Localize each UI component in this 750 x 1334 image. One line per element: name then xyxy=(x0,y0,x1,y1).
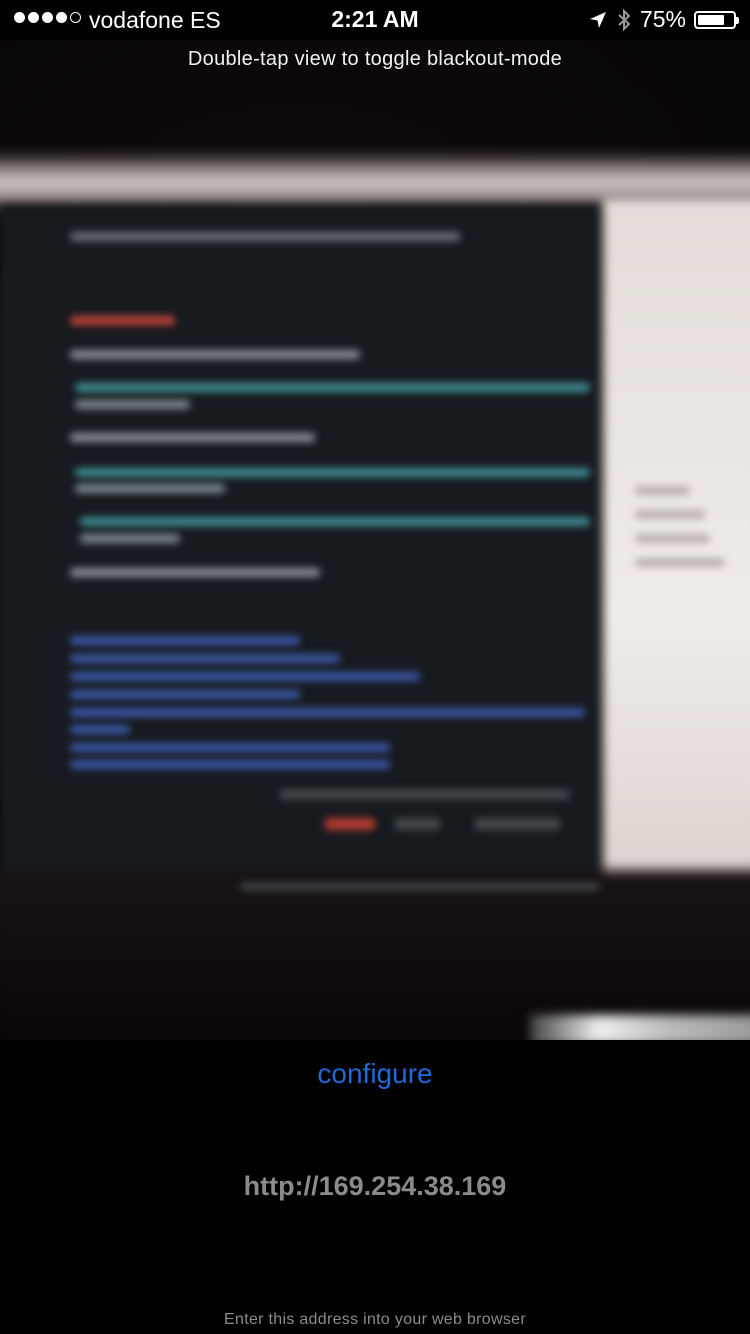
code-line xyxy=(70,708,585,717)
code-line xyxy=(475,818,560,830)
server-address: http://169.254.38.169 xyxy=(243,1171,507,1201)
code-line xyxy=(70,636,300,645)
address-instructions: Enter this address into your web browser xyxy=(224,1311,526,1328)
photographed-browser-window xyxy=(603,198,750,898)
code-line xyxy=(325,818,375,830)
code-line xyxy=(70,690,300,699)
code-line xyxy=(635,558,725,567)
code-line xyxy=(70,433,315,442)
code-line xyxy=(635,486,690,495)
code-line xyxy=(280,790,570,799)
battery-percent: 75% xyxy=(639,6,686,32)
code-line xyxy=(70,760,390,769)
status-indicators: 75% xyxy=(588,6,739,33)
code-line xyxy=(70,350,360,359)
configure-button[interactable]: configure xyxy=(0,1058,750,1090)
code-line xyxy=(70,654,340,663)
code-line xyxy=(70,672,420,681)
code-line xyxy=(635,510,705,519)
status-bar: vodafone ES 2:21 AM 75% xyxy=(0,0,750,40)
code-line xyxy=(240,882,600,891)
code-line xyxy=(75,468,590,477)
bluetooth-icon xyxy=(618,8,631,31)
code-line xyxy=(70,316,175,325)
code-line xyxy=(70,232,460,241)
code-line xyxy=(75,484,225,493)
code-line xyxy=(395,818,440,830)
code-line xyxy=(70,568,320,577)
battery-level-fill xyxy=(698,14,724,25)
location-arrow-icon xyxy=(589,11,606,28)
code-line xyxy=(70,743,390,752)
code-line xyxy=(80,534,180,543)
code-line xyxy=(70,725,130,734)
battery-icon xyxy=(694,10,739,29)
code-line xyxy=(75,383,590,392)
camera-preview[interactable]: Double-tap view to toggle blackout-mode xyxy=(0,40,750,1040)
code-line xyxy=(80,517,590,526)
code-line xyxy=(75,400,190,409)
code-line xyxy=(635,534,710,543)
blackout-mode-hint: Double-tap view to toggle blackout-mode xyxy=(187,48,563,70)
